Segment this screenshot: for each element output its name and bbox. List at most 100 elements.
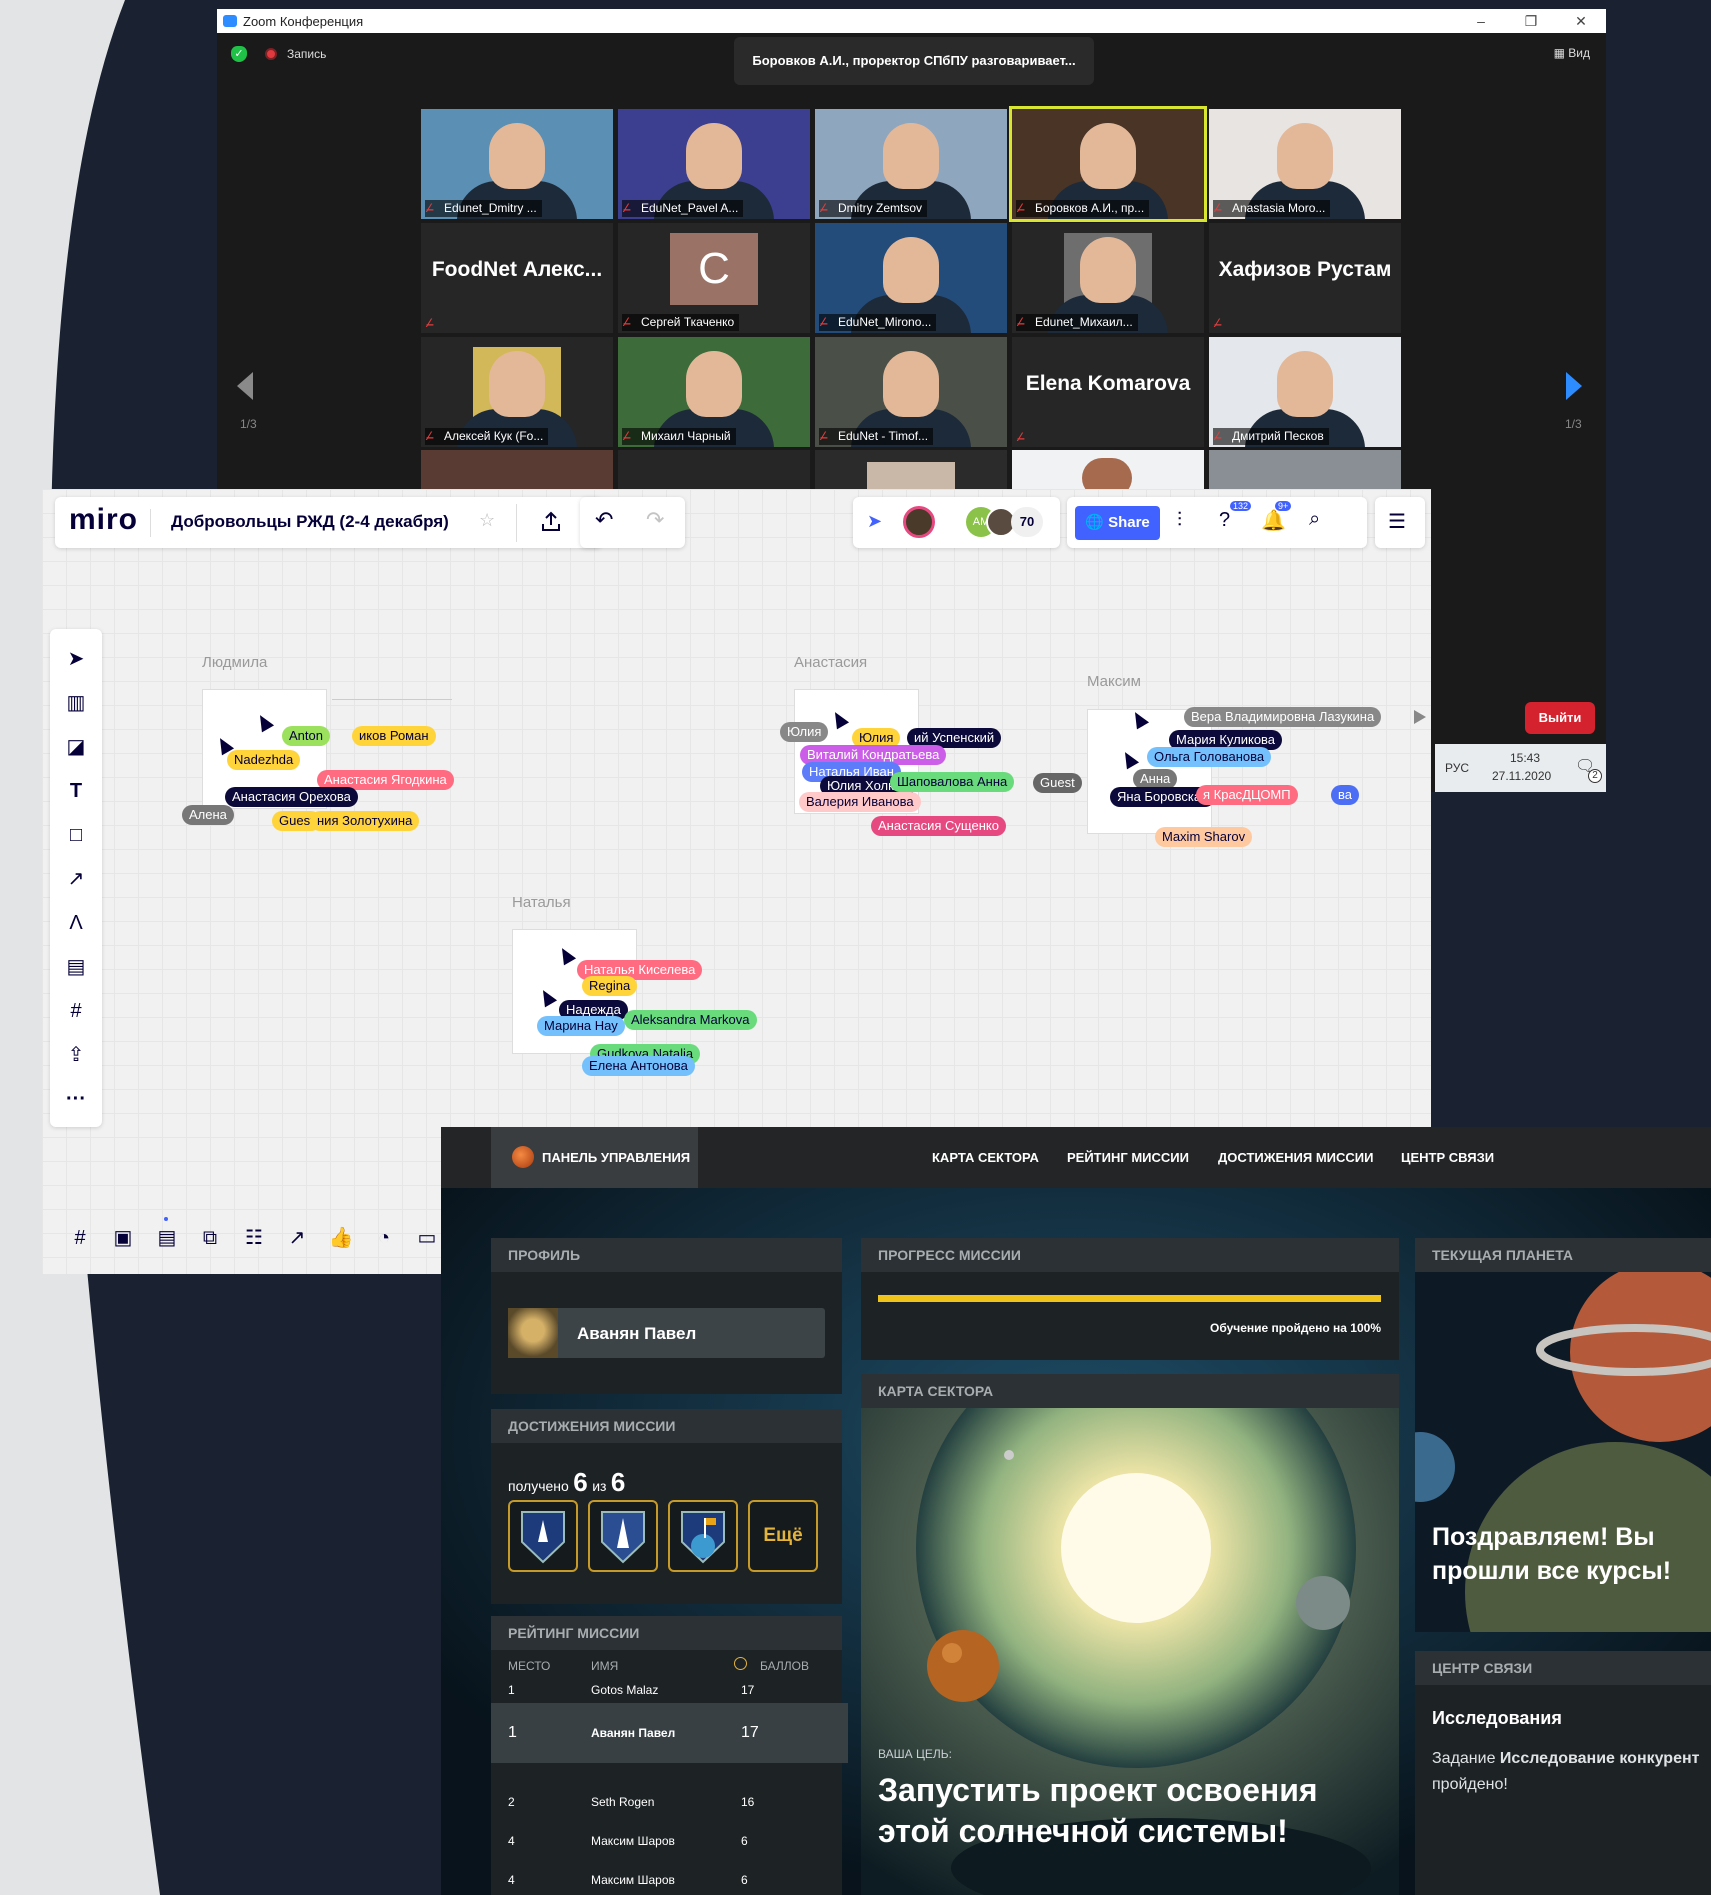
- menu-icon[interactable]: ☰: [1388, 509, 1406, 534]
- more-tools-icon[interactable]: ···: [60, 1083, 92, 1115]
- progress-track: [878, 1295, 1381, 1302]
- rating-name: Максим Шаров: [591, 1834, 675, 1848]
- video-tile[interactable]: Edunet_Dmitry ... ⁄̶: [421, 109, 613, 219]
- rating-row[interactable]: 1 Аванян Павел 17: [491, 1703, 848, 1763]
- person-head: [883, 351, 939, 417]
- settings-sliders-icon[interactable]: ⫶: [1177, 509, 1182, 532]
- video-tile[interactable]: Dmitry Zemtsov ⁄̶: [815, 109, 1007, 219]
- collaborator-cursor-label: Анна: [1133, 769, 1178, 789]
- rating-row[interactable]: 4 Максим Шаров 6: [491, 1829, 848, 1868]
- more-achievements-button[interactable]: Ещё: [748, 1500, 818, 1572]
- clock-date: 27.11.2020: [1492, 769, 1552, 783]
- video-tile[interactable]: Дмитрий Песков ⁄̶: [1209, 337, 1401, 447]
- upload-icon[interactable]: ⇪: [60, 1039, 92, 1071]
- video-tile[interactable]: Elena Komarova ⁄̶: [1012, 337, 1204, 447]
- zoom-window-title: Zoom Конференция: [243, 13, 364, 29]
- video-tile[interactable]: FoodNet Алекс... ⁄̶: [421, 223, 613, 333]
- collaborator-cursor-label: Алена: [182, 805, 234, 825]
- nav-mission-rating[interactable]: РЕЙТИНГ МИССИИ: [1067, 1127, 1189, 1188]
- video-tile[interactable]: EduNet_Pavel A... ⁄̶: [618, 109, 810, 219]
- sector-map-card[interactable]: КАРТА СЕКТОРА ВАША ЦЕЛЬ: Запустить проек…: [861, 1374, 1399, 1895]
- board-title[interactable]: Добровольцы РЖД (2-4 декабря): [171, 512, 449, 532]
- pen-tool-icon[interactable]: Λ: [60, 907, 92, 939]
- frame-tool-icon[interactable]: #: [60, 995, 92, 1027]
- avatar[interactable]: [903, 506, 935, 538]
- nav-sector-map[interactable]: КАРТА СЕКТОРА: [932, 1127, 1039, 1188]
- share-screen-icon[interactable]: ↗: [282, 1223, 312, 1253]
- view-button[interactable]: ▦ Вид: [1554, 46, 1590, 60]
- comm-center-card: ЦЕНТР СВЯЗИ Исследования Задание Исследо…: [1415, 1651, 1711, 1895]
- comment-tool-icon[interactable]: ▤: [60, 951, 92, 983]
- export-icon[interactable]: [539, 510, 563, 534]
- templates-icon[interactable]: ▥: [60, 687, 92, 719]
- presentation-icon[interactable]: ▣: [108, 1223, 138, 1253]
- collaborator-cursor-label: Юлия: [780, 722, 829, 742]
- shape-tool-icon[interactable]: □: [60, 819, 92, 851]
- vote-icon[interactable]: 👍: [326, 1223, 356, 1253]
- nav-comm-center[interactable]: ЦЕНТР СВЯЗИ: [1401, 1127, 1494, 1188]
- video-tile[interactable]: C Сергей Ткаченко ⁄̶: [618, 223, 810, 333]
- activity-dot: [164, 1217, 168, 1221]
- person-head: [489, 123, 545, 189]
- close-icon[interactable]: ✕: [1556, 9, 1606, 33]
- video-tile[interactable]: EduNet - Timof... ⁄̶: [815, 337, 1007, 447]
- mic-muted-icon: ⁄̶: [1216, 429, 1219, 443]
- minimize-icon[interactable]: –: [1456, 9, 1506, 33]
- profile-box[interactable]: Аванян Павел: [508, 1308, 825, 1358]
- frames-icon[interactable]: #: [65, 1223, 95, 1253]
- achievement-badge[interactable]: [508, 1500, 578, 1572]
- participant-name: EduNet - Timof...: [819, 428, 934, 445]
- frame-label: Людмила: [202, 654, 268, 671]
- zoom-titlebar: Zoom Конференция – ❐ ✕: [217, 9, 1606, 33]
- miro-logo[interactable]: miro: [69, 503, 138, 537]
- collaborator-cursor-label: Анастасия Орехова: [225, 787, 358, 807]
- board-list-icon[interactable]: ☷: [239, 1223, 269, 1253]
- next-page-icon[interactable]: [1566, 372, 1582, 400]
- achievement-badge[interactable]: [668, 1500, 738, 1572]
- achievement-badge[interactable]: [588, 1500, 658, 1572]
- goal-text: Запустить проект освоения этой солнечной…: [878, 1770, 1318, 1852]
- help-icon[interactable]: ?: [1219, 509, 1230, 532]
- leave-button[interactable]: Выйти: [1525, 702, 1595, 734]
- col-name: ИМЯ: [591, 1659, 619, 1673]
- rating-row[interactable]: 2 Seth Rogen 16: [491, 1790, 848, 1829]
- cards-icon[interactable]: ⧉: [195, 1223, 225, 1253]
- rating-name: Аванян Павел: [591, 1726, 676, 1740]
- nav-mission-achievements[interactable]: ДОСТИЖЕНИЯ МИССИИ: [1218, 1127, 1373, 1188]
- language-indicator[interactable]: РУС: [1445, 761, 1469, 775]
- rating-row[interactable]: 4 Максим Шаров 6: [491, 1868, 848, 1895]
- video-tile[interactable]: EduNet_Mirono... ⁄̶: [815, 223, 1007, 333]
- rating-column-headers: МЕСТО ИМЯ БАЛЛОВ: [491, 1650, 842, 1678]
- planet-message-line-2: прошли все курсы!: [1432, 1557, 1672, 1585]
- arrow-tool-icon[interactable]: ↗: [60, 863, 92, 895]
- select-tool-icon[interactable]: ➤: [60, 643, 92, 675]
- goal-line-1: Запустить проект освоения: [878, 1772, 1318, 1808]
- learning-platform-window: ПАНЕЛЬ УПРАВЛЕНИЯ КАРТА СЕКТОРА РЕЙТИНГ …: [441, 1127, 1711, 1895]
- collaborator-count[interactable]: 70: [1011, 507, 1043, 537]
- video-tile[interactable]: Алексей Кук (Fo... ⁄̶: [421, 337, 613, 447]
- collaborator-cursor-label: ния Золотухина: [310, 811, 420, 831]
- share-button[interactable]: 🌐 Share: [1075, 506, 1160, 540]
- video-tile[interactable]: Боровков А.И., пр... ⁄̶: [1009, 106, 1207, 222]
- undo-icon[interactable]: ↶: [595, 507, 613, 533]
- video-tile[interactable]: Edunet_Михаил... ⁄̶: [1012, 223, 1204, 333]
- notification-badge: 2: [1588, 769, 1602, 783]
- video-tile[interactable]: Anastasia Moro... ⁄̶: [1209, 109, 1401, 219]
- timer-icon[interactable]: ◔: [369, 1223, 399, 1253]
- nav-dashboard[interactable]: ПАНЕЛЬ УПРАВЛЕНИЯ: [491, 1127, 698, 1188]
- prev-page-icon[interactable]: [237, 372, 253, 400]
- comments-icon[interactable]: ▤: [152, 1223, 182, 1253]
- bell-icon[interactable]: 🔔: [1261, 508, 1286, 533]
- cursor-follow-icon[interactable]: ➤: [867, 511, 882, 532]
- video-tile[interactable]: Хафизов Рустам ⁄̶: [1209, 223, 1401, 333]
- redo-icon[interactable]: ↷: [646, 507, 664, 533]
- sticky-note-icon[interactable]: ◪: [60, 731, 92, 763]
- restore-icon[interactable]: ❐: [1506, 9, 1556, 33]
- video-tile[interactable]: Михаил Чарный ⁄̶: [618, 337, 810, 447]
- security-shield-icon[interactable]: ✓: [231, 46, 247, 62]
- text-tool-icon[interactable]: T: [60, 775, 92, 807]
- search-icon[interactable]: ⌕: [1309, 508, 1320, 531]
- points-icon: [734, 1657, 747, 1670]
- video-icon[interactable]: ▭: [412, 1223, 442, 1253]
- star-icon[interactable]: ☆: [479, 510, 495, 531]
